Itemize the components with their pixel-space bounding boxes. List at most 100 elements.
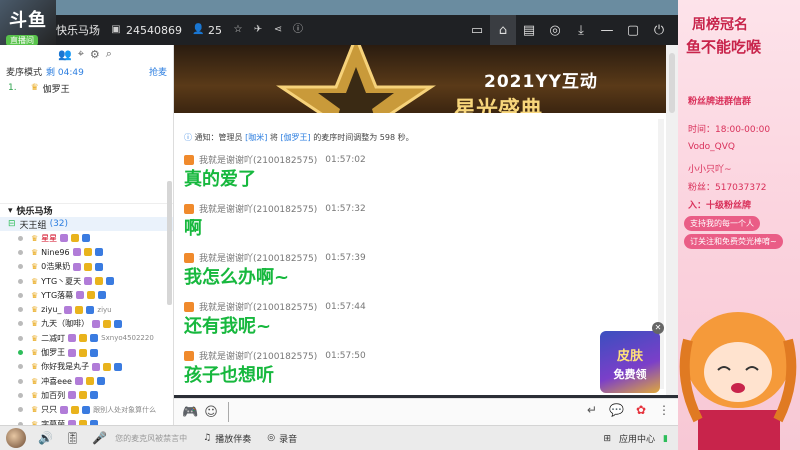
accompany-button[interactable]: ♫ 播放伴奏 bbox=[203, 432, 251, 445]
badge-icon bbox=[84, 277, 93, 286]
member-row[interactable]: ♛ 冲喜eee bbox=[0, 374, 173, 388]
download-icon[interactable]: ⤓ bbox=[568, 15, 594, 45]
right-scrollbar[interactable] bbox=[669, 53, 675, 113]
notice-prefix: 通知：管理员 bbox=[194, 133, 243, 142]
member-row[interactable]: ♛ 你好我是丸子 bbox=[0, 360, 173, 374]
contacts-icon[interactable]: 👥 bbox=[58, 48, 72, 61]
flower-icon[interactable]: ✿ bbox=[636, 403, 646, 417]
member-row[interactable]: ♛ 九天（咖啡） bbox=[0, 317, 173, 331]
power-icon[interactable]: ⏻ bbox=[646, 15, 672, 45]
member-row[interactable]: ♛ Nine96 bbox=[0, 245, 173, 259]
member-row[interactable]: ♛ 只只 跟别人处对象算什么 bbox=[0, 403, 173, 417]
badge-icon bbox=[92, 362, 101, 371]
mic-icon[interactable]: 🎤 bbox=[92, 431, 107, 445]
crown-icon: ♛ bbox=[31, 305, 39, 315]
badge-icon bbox=[114, 362, 123, 371]
home-icon[interactable]: ⌂ bbox=[490, 15, 516, 45]
music-icon: ♫ bbox=[203, 433, 212, 443]
group-name: 天王组 bbox=[19, 220, 47, 231]
member-name: Nine96 bbox=[41, 247, 70, 257]
app-window: 快乐马场 ▣ 24540869 👤 25 ☆ ✈ ⋖ ⓘ ▭ ⌂ ▤ ◎ ⤓ —… bbox=[0, 0, 800, 450]
send-icon[interactable]: ↵ bbox=[587, 403, 597, 417]
badge-icon bbox=[92, 319, 101, 328]
desktop-strip bbox=[0, 0, 678, 15]
emoji-icon[interactable]: ☺ bbox=[204, 405, 218, 420]
event-banner[interactable]: 2021YY互动 星光盛典 bbox=[174, 45, 666, 113]
maximize-button[interactable]: ▢ bbox=[620, 15, 646, 45]
overlay-pill: 订关注和免费荧光棒唷~ bbox=[684, 234, 783, 249]
member-scrollbar[interactable] bbox=[167, 181, 172, 305]
crown-icon: ♛ bbox=[30, 83, 39, 93]
queue-mode: 麦序模式 bbox=[6, 67, 43, 78]
location-icon[interactable]: ⌖ bbox=[78, 47, 84, 61]
channel-tree-root[interactable]: ▾ 快乐马场 bbox=[0, 203, 173, 217]
gamepad-icon[interactable]: 🎮 bbox=[182, 405, 198, 420]
badge-icon bbox=[87, 291, 96, 300]
queue-header: 麦序模式 剩 04:49 抢麦 bbox=[0, 63, 173, 79]
member-name: 星星 bbox=[41, 233, 58, 243]
crown-icon: ♛ bbox=[31, 348, 39, 358]
app-logo: 斗鱼 直播间 bbox=[0, 0, 56, 48]
speaker-icon[interactable]: 🔊 bbox=[38, 431, 53, 445]
badge-icon bbox=[84, 262, 93, 271]
info-icon[interactable]: ⓘ bbox=[292, 24, 304, 36]
close-icon[interactable]: ✕ bbox=[652, 322, 664, 334]
message-user[interactable]: 我就是谢谢吖(2100182575) bbox=[199, 202, 317, 215]
member-row[interactable]: ♛ 二减叮 Sxnyo4502220 bbox=[0, 331, 173, 345]
status-dot bbox=[18, 378, 23, 384]
avatar[interactable] bbox=[6, 428, 26, 448]
member-row[interactable]: ♛ YTG丶夏天 bbox=[0, 274, 173, 288]
member-row[interactable]: ♛ 加百列 bbox=[0, 388, 173, 402]
skin-ad[interactable]: 皮肤 免费领 bbox=[600, 331, 660, 393]
badge-icon bbox=[76, 291, 85, 300]
app-center-button[interactable]: 应用中心 bbox=[619, 432, 655, 445]
status-dot bbox=[18, 264, 23, 270]
crown-icon: ♛ bbox=[31, 247, 39, 257]
member-row[interactable]: ♛ YTG落幕 bbox=[0, 288, 173, 302]
bubble-icon[interactable]: 💬 bbox=[609, 403, 624, 417]
plane-icon[interactable]: ✈ bbox=[252, 24, 264, 36]
minimize-button[interactable]: — bbox=[594, 15, 620, 45]
message-time: 01:57:44 bbox=[325, 301, 366, 312]
member-name: 你好我是丸子 bbox=[41, 362, 90, 372]
badge-icon bbox=[86, 305, 95, 314]
member-name: YTG落幕 bbox=[41, 290, 74, 300]
search-icon[interactable]: ⌕ bbox=[106, 47, 112, 61]
notice-target[interactable]: [伽罗王] bbox=[280, 133, 310, 142]
status-dot bbox=[18, 364, 23, 370]
mixer-icon[interactable]: 🎚 bbox=[65, 431, 80, 445]
settings-icon[interactable]: ⚙ bbox=[90, 48, 100, 61]
badge-icon bbox=[71, 405, 80, 414]
member-row[interactable]: ♛ 伽罗王 bbox=[0, 345, 173, 359]
badge-icon bbox=[79, 334, 88, 343]
game-icon[interactable]: ◎ bbox=[542, 15, 568, 45]
member-row[interactable]: ♛ 0浩果奶 bbox=[0, 260, 173, 274]
status-dot bbox=[18, 235, 23, 241]
star-icon[interactable]: ☆ bbox=[232, 24, 244, 36]
user-count[interactable]: 👤 25 bbox=[192, 24, 222, 37]
badge-icon bbox=[79, 348, 88, 357]
ad-line1: 皮肤 bbox=[616, 349, 643, 364]
grid-icon[interactable]: ⊞ bbox=[603, 434, 611, 444]
member-row[interactable]: ♛ 星星 bbox=[0, 231, 173, 245]
info-icon: ⓘ bbox=[184, 133, 192, 142]
member-name: 加百列 bbox=[41, 390, 66, 400]
title-bar: 快乐马场 ▣ 24540869 👤 25 ☆ ✈ ⋖ ⓘ ▭ ⌂ ▤ ◎ ⤓ —… bbox=[0, 15, 678, 45]
share-icon[interactable]: ⋖ bbox=[272, 24, 284, 36]
member-row[interactable]: ♛ ziyu_ ziyu bbox=[0, 302, 173, 316]
member-list: ♛ 星星 ♛ Nine96 ♛ 0浩果奶 ♛ YTG丶夏天 ♛ YTG落幕 ♛ ziyu_ ziyu ♛ 九… bbox=[0, 231, 173, 445]
accompany-label: 播放伴奏 bbox=[215, 434, 252, 445]
grab-mic-button[interactable]: 抢麦 bbox=[149, 65, 167, 78]
news-icon[interactable]: ▤ bbox=[516, 15, 542, 45]
more-icon[interactable]: ⋮ bbox=[658, 403, 670, 417]
user-level-icon bbox=[184, 301, 194, 312]
chat-input[interactable] bbox=[227, 402, 560, 422]
group-header[interactable]: ⊟ 天王组 (32) bbox=[0, 217, 173, 231]
video-icon[interactable]: ▭ bbox=[464, 15, 490, 45]
notice-admin[interactable]: [咖米] bbox=[245, 133, 267, 142]
badge-icon bbox=[75, 305, 84, 314]
record-button[interactable]: ◎ 录音 bbox=[267, 432, 297, 445]
queue-item[interactable]: 1. ♛ 伽罗王 bbox=[0, 79, 173, 97]
mic-tip: 您的麦克风被禁言中 bbox=[115, 433, 188, 443]
status-dot bbox=[18, 392, 23, 398]
